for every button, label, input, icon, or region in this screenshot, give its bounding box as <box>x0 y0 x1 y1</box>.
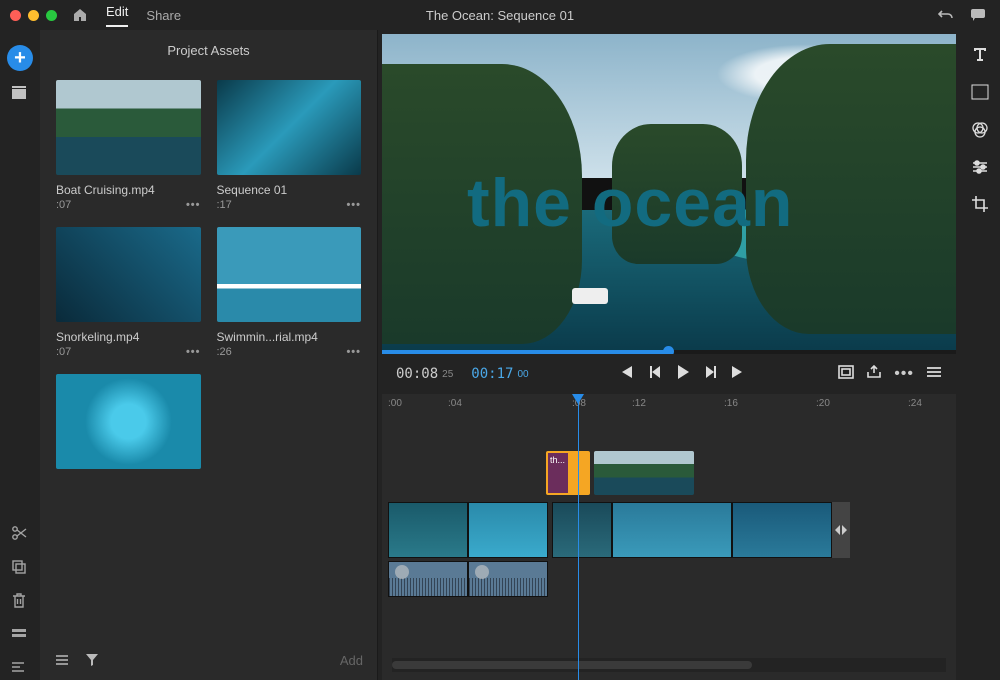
asset-duration: :07 <box>56 346 71 358</box>
nav-share[interactable]: Share <box>146 8 181 23</box>
document-title: The Ocean: Sequence 01 <box>426 8 574 23</box>
export-icon[interactable] <box>866 365 882 384</box>
scissors-icon[interactable] <box>10 524 30 544</box>
asset-name: Swimmin...rial.mp4 <box>217 330 362 344</box>
timeline[interactable]: :00 :04 :08 :12 :16 :20 :24 th... <box>382 394 956 680</box>
assets-footer: Add <box>40 640 377 680</box>
total-duration: 00:17 <box>471 366 513 382</box>
preview-monitor[interactable]: the ocean <box>382 34 956 354</box>
video-clip[interactable] <box>732 502 832 558</box>
asset-item[interactable]: Sequence 01 :17 ••• <box>217 80 362 211</box>
window-controls <box>10 10 57 21</box>
list-view-icon[interactable] <box>54 652 70 668</box>
more-options-icon[interactable]: ••• <box>894 365 914 383</box>
asset-duration: :26 <box>217 346 232 358</box>
asset-thumbnail <box>56 80 201 175</box>
asset-name: Sequence 01 <box>217 183 362 197</box>
asset-duration: :17 <box>217 199 232 211</box>
step-forward-icon[interactable] <box>704 365 718 384</box>
asset-duration: :07 <box>56 199 71 211</box>
transition-icon[interactable] <box>832 502 850 558</box>
trash-icon[interactable] <box>10 592 30 612</box>
video-track-1 <box>388 502 850 558</box>
playhead[interactable] <box>578 394 579 680</box>
comment-icon[interactable] <box>970 7 986 23</box>
time-ruler[interactable]: :00 :04 :08 :12 :16 :20 :24 <box>382 394 956 416</box>
nav-edit[interactable]: Edit <box>106 4 128 27</box>
close-window[interactable] <box>10 10 21 21</box>
duplicate-icon[interactable] <box>10 558 30 578</box>
home-icon[interactable] <box>72 7 88 23</box>
preview-progress[interactable] <box>382 350 956 354</box>
asset-thumbnail <box>217 227 362 322</box>
add-button[interactable]: Add <box>340 653 363 668</box>
play-icon[interactable] <box>676 364 690 385</box>
menu-icon[interactable] <box>926 365 942 383</box>
right-toolbar <box>960 30 1000 680</box>
project-assets-icon[interactable] <box>10 85 30 105</box>
audio-clip[interactable] <box>468 561 548 597</box>
center-panel: the ocean 00:0825 00:1700 ••• :00 :04 <box>378 30 960 680</box>
goto-end-icon[interactable] <box>732 365 748 384</box>
video-clip[interactable] <box>468 502 548 558</box>
asset-name: Boat Cruising.mp4 <box>56 183 201 197</box>
asset-more-icon[interactable]: ••• <box>186 346 201 358</box>
playback-controls: 00:0825 00:1700 ••• <box>378 354 960 394</box>
maximize-window[interactable] <box>46 10 57 21</box>
add-media-button[interactable]: + <box>7 45 33 71</box>
voice-icon <box>395 565 409 579</box>
video-clip[interactable] <box>552 502 612 558</box>
video-clip[interactable] <box>612 502 732 558</box>
asset-thumbnail <box>56 227 201 322</box>
color-icon[interactable] <box>971 121 989 144</box>
minimize-window[interactable] <box>28 10 39 21</box>
asset-more-icon[interactable]: ••• <box>346 346 361 358</box>
title-clip[interactable]: th... <box>546 451 590 495</box>
goto-start-icon[interactable] <box>618 365 634 384</box>
undo-icon[interactable] <box>938 7 954 23</box>
assets-grid: Boat Cruising.mp4 :07 ••• Sequence 01 :17… <box>40 70 377 640</box>
video-clip[interactable] <box>594 451 694 495</box>
text-tool-icon[interactable] <box>971 45 989 68</box>
adjust-icon[interactable] <box>971 160 989 179</box>
asset-thumbnail <box>56 374 201 469</box>
asset-thumbnail <box>217 80 362 175</box>
title-overlay: the ocean <box>467 164 793 242</box>
alignment-icon[interactable] <box>10 660 30 680</box>
left-toolbar: + <box>0 30 40 680</box>
audio-track-1 <box>388 561 548 597</box>
timeline-scrollbar[interactable] <box>392 658 946 672</box>
asset-more-icon[interactable]: ••• <box>346 199 361 211</box>
top-nav: Edit Share <box>72 4 181 27</box>
asset-more-icon[interactable]: ••• <box>186 199 201 211</box>
video-clip[interactable] <box>388 502 468 558</box>
markers-icon[interactable] <box>10 626 30 646</box>
asset-item[interactable]: Swimmin...rial.mp4 :26 ••• <box>217 227 362 358</box>
transitions-icon[interactable] <box>971 84 989 105</box>
current-time: 00:08 <box>396 366 438 382</box>
step-back-icon[interactable] <box>648 365 662 384</box>
filter-icon[interactable] <box>84 652 100 668</box>
fullscreen-icon[interactable] <box>838 365 854 384</box>
asset-name: Snorkeling.mp4 <box>56 330 201 344</box>
audio-clip[interactable] <box>388 561 468 597</box>
crop-icon[interactable] <box>971 195 989 218</box>
asset-item[interactable]: Snorkeling.mp4 :07 ••• <box>56 227 201 358</box>
assets-header: Project Assets <box>40 30 377 70</box>
asset-item[interactable] <box>56 374 201 469</box>
assets-panel: Project Assets Boat Cruising.mp4 :07 ••• … <box>40 30 378 680</box>
voice-icon <box>475 565 489 579</box>
asset-item[interactable]: Boat Cruising.mp4 :07 ••• <box>56 80 201 211</box>
titlebar: Edit Share The Ocean: Sequence 01 <box>0 0 1000 30</box>
